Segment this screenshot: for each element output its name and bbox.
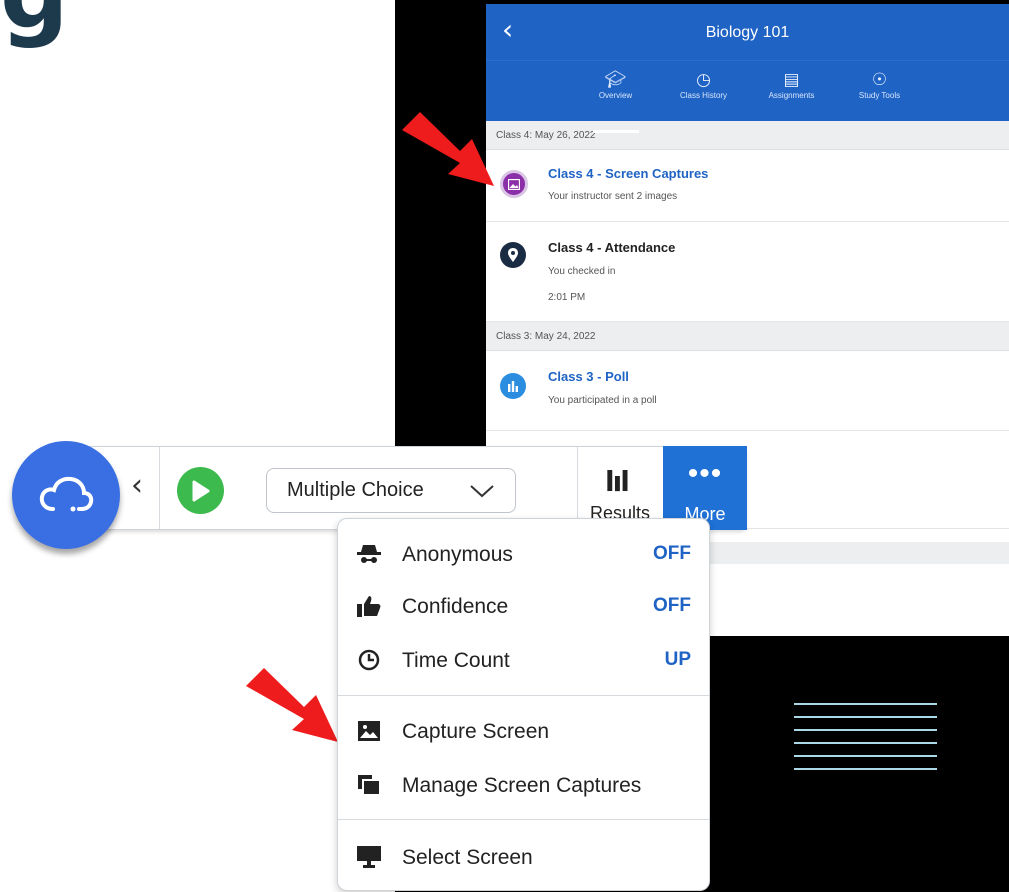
- item-title: Class 4 - Attendance: [548, 240, 676, 255]
- results-button[interactable]: lıl Results: [577, 447, 663, 529]
- more-menu: Anonymous OFF Confidence OFF Time Count …: [337, 518, 710, 891]
- menu-item-label: Manage Screen Captures: [402, 774, 642, 797]
- menu-divider: [338, 695, 709, 696]
- lightbulb-icon: ☉: [871, 70, 888, 89]
- image-icon: [500, 170, 528, 198]
- select-value: Multiple Choice: [287, 479, 424, 501]
- history-icon: ◷: [696, 70, 711, 89]
- tab-bar: 🎓︎ Overview ◷ Class History ▤ Assignment…: [486, 60, 1009, 133]
- book-icon: ▤: [783, 70, 800, 89]
- monitor-icon: [356, 845, 382, 869]
- menu-item-label: Capture Screen: [402, 720, 550, 743]
- list-item-attendance[interactable]: Class 4 - Attendance You checked in 2:01…: [486, 222, 1009, 322]
- date-separator: Class 4: May 26, 2022: [486, 121, 1009, 150]
- menu-item-value: UP: [664, 649, 691, 670]
- bar-chart-icon: lıl: [605, 465, 630, 498]
- chevron-down-icon: [470, 484, 494, 497]
- menu-divider: [338, 819, 709, 820]
- tab-overview[interactable]: 🎓︎ Overview: [587, 69, 645, 133]
- spy-icon: [356, 542, 382, 566]
- tab-label: Overview: [598, 91, 633, 100]
- item-title: Class 4 - Screen Captures: [548, 166, 709, 181]
- start-poll-button[interactable]: [177, 467, 224, 514]
- arrow-icon: [402, 112, 494, 186]
- menu-item-select-screen[interactable]: Select Screen: [338, 837, 709, 877]
- menu-item-manage-screen-captures[interactable]: Manage Screen Captures: [338, 765, 709, 805]
- cloud-icon: [39, 476, 94, 512]
- item-title: Class 3 - Poll: [548, 369, 629, 384]
- thumbs-up-icon: [356, 594, 382, 618]
- app-logo[interactable]: [12, 441, 120, 549]
- menu-item-label: Time Count: [402, 649, 510, 672]
- list-item-screen-captures[interactable]: Class 4 - Screen Captures Your instructo…: [486, 150, 1009, 222]
- course-title: Biology 101: [705, 24, 790, 41]
- list-item-poll[interactable]: Class 3 - Poll You participated in a pol…: [486, 351, 1009, 431]
- tab-label: Assignments: [768, 91, 815, 100]
- item-timestamp: 2:01 PM: [548, 292, 586, 303]
- collapse-chevron-icon[interactable]: ‹: [131, 471, 143, 501]
- more-dots-icon: •••: [687, 457, 723, 490]
- tab-label: Class History: [679, 91, 728, 100]
- date-separator: Class 3: May 24, 2022: [486, 322, 1009, 351]
- item-subtitle: You participated in a poll: [548, 395, 657, 406]
- item-subtitle: You checked in: [548, 266, 616, 277]
- divider: [159, 447, 160, 529]
- tab-class-history[interactable]: ◷ Class History: [675, 69, 733, 121]
- decorative-lines: [794, 703, 937, 781]
- copy-icon: [356, 773, 382, 797]
- menu-item-value: OFF: [653, 595, 691, 616]
- question-type-select[interactable]: Multiple Choice: [266, 468, 516, 513]
- tab-study-tools[interactable]: ☉ Study Tools: [851, 69, 909, 121]
- app-header: ‹ Biology 101: [486, 4, 1009, 60]
- arrow-icon: [246, 668, 338, 742]
- menu-item-time-count[interactable]: Time Count UP: [338, 640, 709, 680]
- play-icon: [192, 480, 209, 501]
- poll-icon: [500, 373, 526, 399]
- clock-icon: [356, 648, 382, 672]
- item-subtitle: Your instructor sent 2 images: [548, 191, 678, 202]
- heading-fragment: g: [0, 0, 69, 50]
- image-icon: [356, 719, 382, 743]
- menu-item-label: Select Screen: [402, 846, 533, 869]
- tab-assignments[interactable]: ▤ Assignments: [763, 69, 821, 121]
- graduation-cap-icon: 🎓︎: [604, 70, 627, 89]
- tab-label: Study Tools: [858, 91, 901, 100]
- menu-item-label: Confidence: [402, 595, 509, 618]
- menu-item-capture-screen[interactable]: Capture Screen: [338, 711, 709, 751]
- menu-item-anonymous[interactable]: Anonymous OFF: [338, 534, 709, 574]
- location-pin-icon: [500, 242, 526, 268]
- menu-item-value: OFF: [653, 543, 691, 564]
- menu-item-confidence[interactable]: Confidence OFF: [338, 586, 709, 626]
- menu-item-label: Anonymous: [402, 543, 513, 566]
